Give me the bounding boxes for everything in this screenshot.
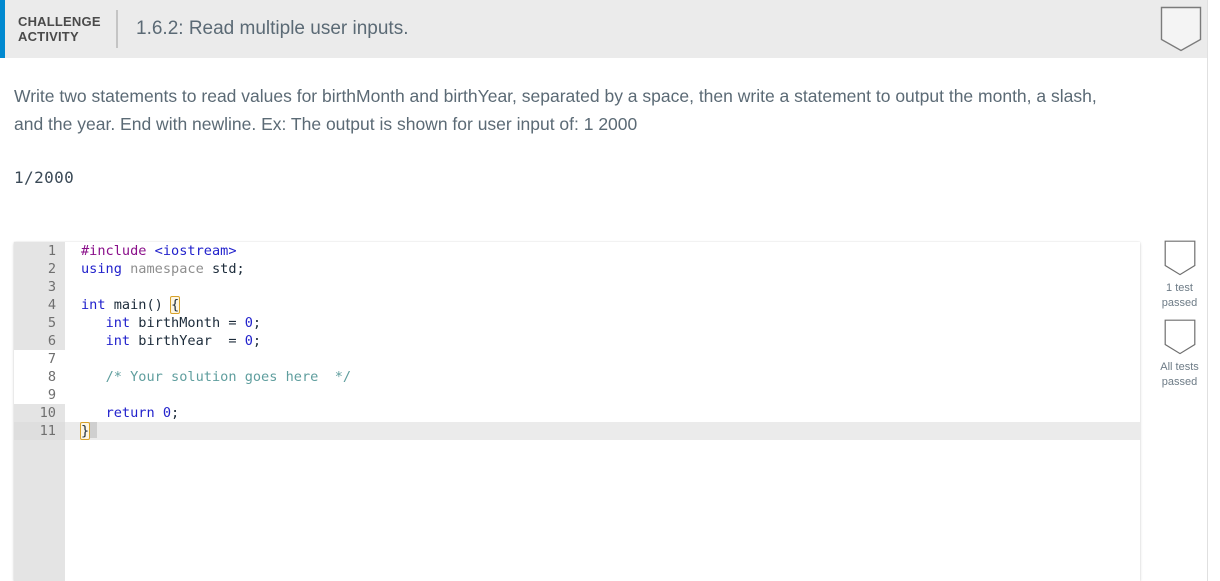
- code-line-2[interactable]: 2 using namespace std;: [14, 260, 1140, 278]
- shield-banner-icon[interactable]: [1160, 6, 1202, 52]
- code-text-3[interactable]: [65, 278, 81, 296]
- code-text-2[interactable]: using namespace std;: [65, 260, 245, 278]
- test-status-label-1a: 1 test: [1166, 282, 1193, 294]
- page-title: 1.6.2: Read multiple user inputs.: [136, 18, 409, 39]
- code-text-1[interactable]: #include <iostream>: [65, 242, 237, 260]
- test-status-item[interactable]: All tests passed: [1152, 319, 1207, 390]
- code-line-4[interactable]: 4 int main() {: [14, 296, 1140, 314]
- code-text-6[interactable]: int birthYear = 0;: [65, 332, 262, 350]
- header-divider: [116, 10, 118, 48]
- activity-kicker-line1: CHALLENGE: [18, 14, 101, 29]
- code-text-9[interactable]: [65, 386, 81, 404]
- line-number-10: 10: [14, 404, 65, 422]
- line-number-4: 4: [14, 296, 65, 314]
- activity-instructions: Write two statements to read values for …: [14, 86, 1097, 134]
- test-status-label-2a: All tests: [1160, 361, 1199, 373]
- test-status-item[interactable]: 1 test passed: [1152, 240, 1207, 311]
- code-text-5[interactable]: int birthMonth = 0;: [65, 314, 262, 332]
- test-status-label-2b: passed: [1161, 376, 1198, 388]
- code-line-11[interactable]: 11}: [14, 422, 1140, 440]
- code-line-3[interactable]: 3: [14, 278, 1140, 296]
- line-number-2: 2: [14, 260, 65, 278]
- line-number-8: 8: [14, 368, 65, 386]
- line-number-11: 11: [14, 422, 65, 440]
- code-line-7[interactable]: 7: [14, 350, 1140, 368]
- editor-code-rows[interactable]: 1 #include <iostream> 2 using namespace std…: [14, 242, 1140, 440]
- header-accent-bar: [0, 0, 5, 58]
- text-caret: [89, 422, 98, 438]
- line-number-9: 9: [14, 386, 65, 404]
- test-status-panel: 1 test passed All tests passed: [1152, 240, 1207, 398]
- line-number-3: 3: [14, 278, 65, 296]
- code-line-6[interactable]: 6 int birthYear = 0;: [14, 332, 1140, 350]
- line-number-6: 6: [14, 332, 65, 350]
- activity-kicker-line2: ACTIVITY: [18, 29, 79, 44]
- code-line-9[interactable]: 9: [14, 386, 1140, 404]
- code-text-7[interactable]: [65, 350, 81, 368]
- code-line-5[interactable]: 5 int birthMonth = 0;: [14, 314, 1140, 332]
- code-text-8[interactable]: /* Your solution goes here */: [65, 368, 352, 386]
- activity-header: CHALLENGE ACTIVITY 1.6.2: Read multiple …: [0, 0, 1207, 58]
- code-text-11[interactable]: }: [65, 422, 98, 440]
- line-number-5: 5: [14, 314, 65, 332]
- code-line-1[interactable]: 1 #include <iostream>: [14, 242, 1140, 260]
- example-output: 1/2000: [14, 168, 75, 187]
- shield-banner-icon[interactable]: [1152, 240, 1207, 276]
- test-status-label-1b: passed: [1161, 297, 1198, 309]
- code-editor[interactable]: 1 #include <iostream> 2 using namespace std…: [14, 242, 1140, 581]
- shield-banner-icon[interactable]: [1152, 319, 1207, 355]
- challenge-activity-page: CHALLENGE ACTIVITY 1.6.2: Read multiple …: [0, 0, 1220, 581]
- right-rail-divider: [1207, 0, 1220, 581]
- line-number-1: 1: [14, 242, 65, 260]
- code-text-10[interactable]: return 0;: [65, 404, 180, 422]
- code-line-10[interactable]: 10 return 0;: [14, 404, 1140, 422]
- code-text-4[interactable]: int main() {: [65, 296, 181, 314]
- line-number-7: 7: [14, 350, 65, 368]
- code-line-8[interactable]: 8 /* Your solution goes here */: [14, 368, 1140, 386]
- activity-kicker: CHALLENGE ACTIVITY: [18, 14, 112, 44]
